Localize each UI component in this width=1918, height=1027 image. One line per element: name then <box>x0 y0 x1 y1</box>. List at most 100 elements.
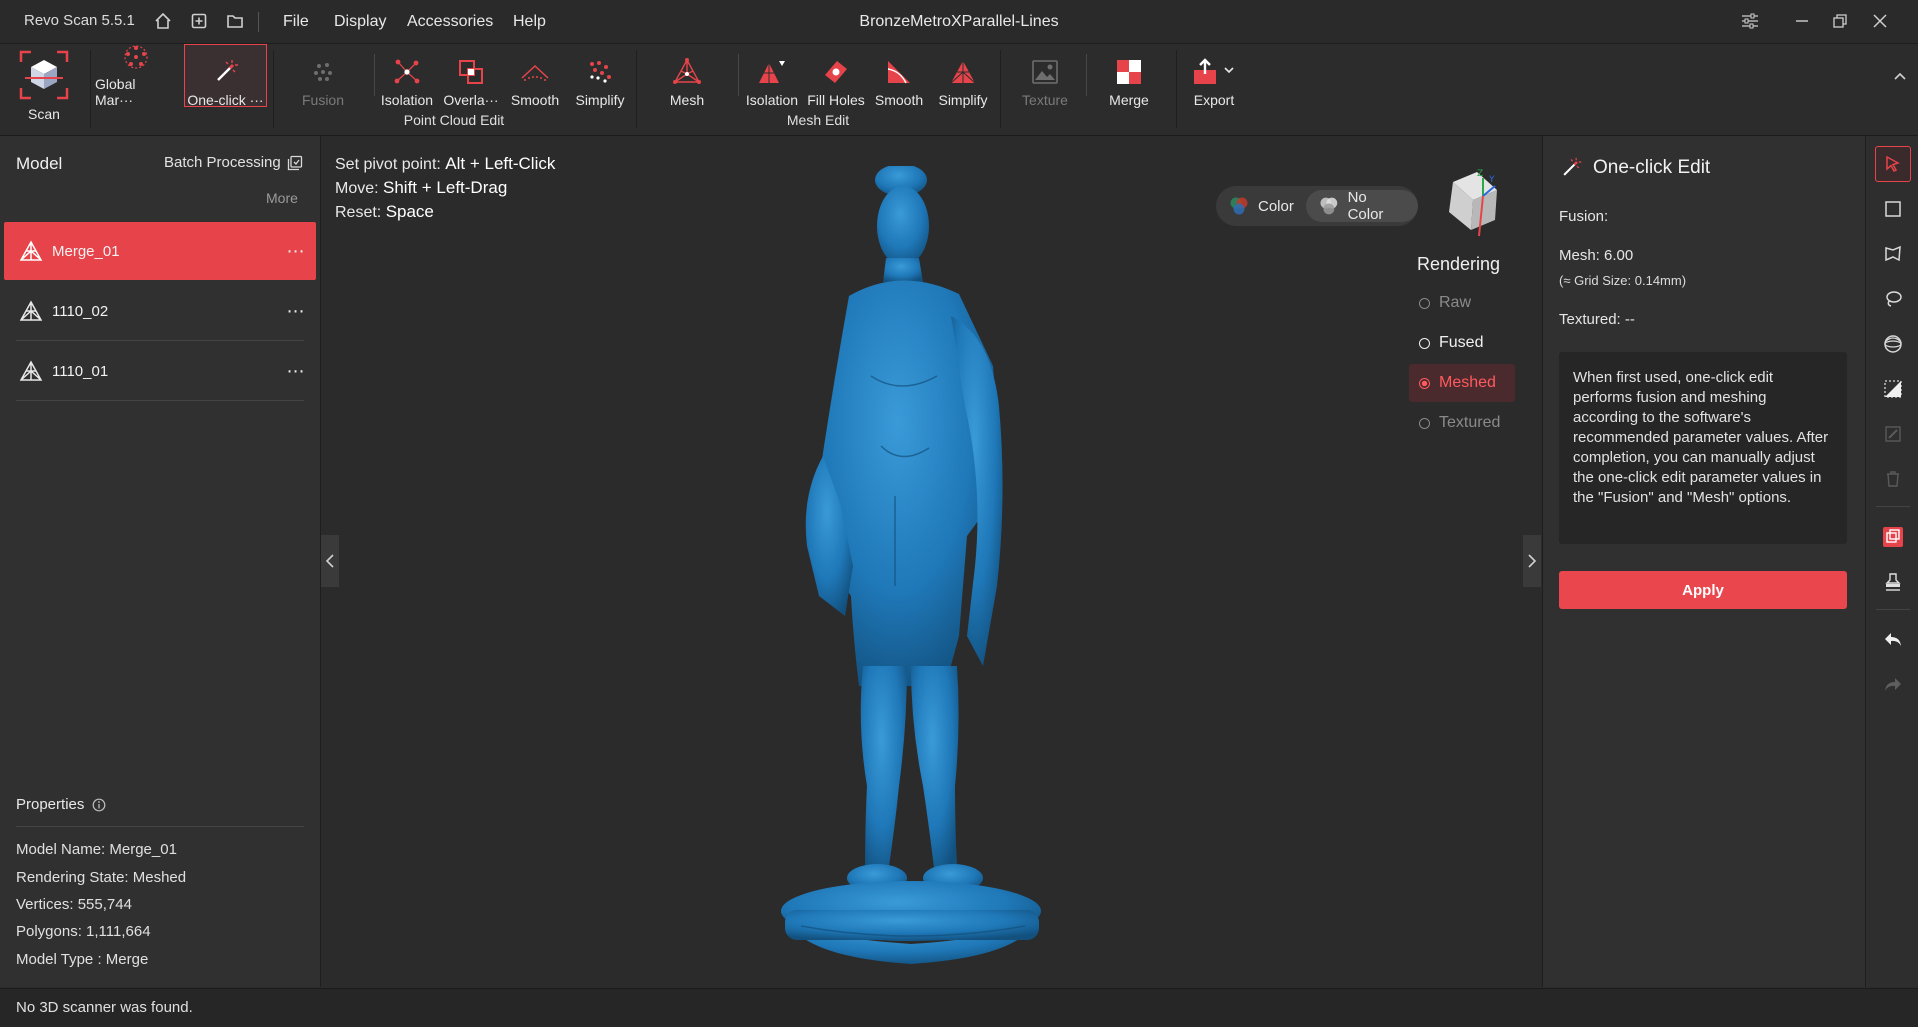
mesh-smooth-button[interactable]: Smooth <box>868 44 930 108</box>
scan-button[interactable]: Scan <box>10 48 78 132</box>
tool-separator <box>1876 609 1910 610</box>
erase-selection-button[interactable] <box>1875 416 1911 452</box>
collapse-right-panel[interactable] <box>1523 535 1541 587</box>
model-more-icon[interactable]: ⋯ <box>276 301 316 322</box>
erase-icon <box>1885 426 1901 442</box>
rectangle-select-button[interactable] <box>1875 191 1911 227</box>
more-link[interactable]: More <box>266 190 298 206</box>
3d-viewport[interactable]: Set pivot point: Alt + Left-Click Move: … <box>321 136 1541 987</box>
redo-icon <box>1885 678 1901 691</box>
prop-vertices: Vertices: 555,744 <box>16 896 132 913</box>
hint-move: Move: Shift + Left-Drag <box>335 178 508 197</box>
row-divider <box>16 340 304 341</box>
restore-icon[interactable] <box>1828 10 1852 32</box>
mesh-simplify-label: Simplify <box>938 92 988 108</box>
menu-help[interactable]: Help <box>513 13 546 31</box>
close-icon[interactable] <box>1868 10 1892 32</box>
chevron-left-icon <box>325 554 334 568</box>
mesh-isolation-button[interactable]: Isolation <box>740 44 804 108</box>
fusion-button[interactable]: Fusion <box>288 44 358 108</box>
rendering-fused[interactable]: Fused <box>1409 326 1515 360</box>
polygon-select-icon <box>1885 245 1901 262</box>
right-tool-strip <box>1865 136 1918 987</box>
model-row-1110-01[interactable]: 1110_01 ⋯ <box>4 342 316 400</box>
undo-button[interactable] <box>1875 622 1911 658</box>
radio-selected-icon <box>1419 377 1430 389</box>
model-panel-title: Model <box>16 154 63 173</box>
properties-header: Properties <box>16 796 106 813</box>
radio-icon <box>1419 417 1430 429</box>
export-button[interactable]: Export <box>1186 44 1242 108</box>
open-folder-icon[interactable] <box>224 10 246 32</box>
texture-button[interactable]: Texture <box>1014 44 1076 108</box>
mesh-simplify-button[interactable]: Simplify <box>930 44 996 108</box>
svg-text:Z: Z <box>1477 169 1483 179</box>
menu-accessories[interactable]: Accessories <box>407 13 493 31</box>
apply-button[interactable]: Apply <box>1559 571 1847 609</box>
overlap-button[interactable]: Overla··· <box>440 44 502 108</box>
export-icon <box>1190 56 1238 88</box>
mesh-isolation-label: Isolation <box>745 92 799 108</box>
rendering-textured[interactable]: Textured <box>1409 406 1515 440</box>
sphere-select-button[interactable] <box>1875 326 1911 362</box>
collapse-ribbon-icon[interactable] <box>1892 68 1908 84</box>
menu-display[interactable]: Display <box>334 13 386 31</box>
stamp-tool-button[interactable] <box>1875 564 1911 600</box>
settings-sliders-icon[interactable] <box>1738 10 1762 32</box>
pc-simplify-label: Simplify <box>575 92 625 108</box>
plane-cut-button[interactable] <box>1875 371 1911 407</box>
one-click-edit-button[interactable]: One-click ··· <box>184 44 267 108</box>
rendering-meshed[interactable]: Meshed <box>1409 364 1515 402</box>
texture-icon <box>1029 56 1061 88</box>
export-label: Export <box>1193 92 1235 108</box>
no-color-option[interactable]: No Color <box>1305 189 1418 223</box>
batch-processing-button[interactable]: Batch Processing <box>164 154 303 171</box>
pc-simplify-button[interactable]: Simplify <box>568 44 632 108</box>
model-panel: Model Batch Processing More Merge_01 ⋯ 1… <box>0 136 321 987</box>
textured-value: Textured: -- <box>1559 311 1635 328</box>
model-row-1110-02[interactable]: 1110_02 ⋯ <box>4 282 316 340</box>
panel-title: One-click Edit <box>1593 157 1711 178</box>
batch-icon <box>287 155 302 170</box>
overlap-label: Overla··· <box>443 92 499 108</box>
mesh-isolation-icon <box>756 56 788 88</box>
radio-icon <box>1419 297 1430 309</box>
view-orientation-cube-icon[interactable]: Z Y <box>1433 164 1513 244</box>
properties-title: Properties <box>16 796 85 813</box>
collapse-left-panel[interactable] <box>321 535 339 587</box>
properties-divider <box>16 826 304 827</box>
model-more-icon[interactable]: ⋯ <box>276 361 316 382</box>
stamp-icon <box>1885 573 1901 591</box>
info-icon[interactable] <box>92 798 106 812</box>
rendering-raw[interactable]: Raw <box>1409 286 1515 320</box>
fusion-icon <box>307 56 339 88</box>
home-icon[interactable] <box>152 10 174 32</box>
polygon-select-button[interactable] <box>1875 236 1911 272</box>
redo-button[interactable] <box>1875 667 1911 703</box>
mesh-button[interactable]: Mesh <box>656 44 718 108</box>
global-markers-label: Global Mar··· <box>95 76 136 108</box>
merge-button[interactable]: Merge <box>1098 44 1160 108</box>
scan-icon <box>19 50 69 100</box>
ribbon-toolbar: Scan Global Mar··· One-click ··· Fusion … <box>0 44 1918 136</box>
new-project-icon[interactable] <box>188 10 210 32</box>
select-tool-button[interactable] <box>1875 146 1911 182</box>
app-name: Revo Scan 5.5.1 <box>24 12 135 29</box>
minimize-icon[interactable] <box>1790 10 1814 32</box>
fill-holes-icon <box>820 56 852 88</box>
global-markers-button[interactable]: Global Mar··· <box>95 44 177 108</box>
fill-holes-button[interactable]: Fill Holes <box>804 44 868 108</box>
color-option[interactable]: Color <box>1216 190 1306 222</box>
model-more-icon[interactable]: ⋯ <box>276 241 316 262</box>
invert-selection-button[interactable] <box>1875 519 1911 555</box>
texture-label: Texture <box>1022 92 1068 108</box>
menu-file[interactable]: File <box>283 13 309 31</box>
lasso-select-button[interactable] <box>1875 281 1911 317</box>
one-click-label: One-click ··· <box>187 92 264 108</box>
model-row-merge-01[interactable]: Merge_01 ⋯ <box>4 222 316 280</box>
delete-button[interactable] <box>1875 461 1911 497</box>
pc-smooth-button[interactable]: Smooth <box>504 44 566 108</box>
batch-processing-label: Batch Processing <box>164 154 281 171</box>
pc-isolation-button[interactable]: Isolation <box>376 44 438 108</box>
scanned-statue-model[interactable] <box>761 166 1081 966</box>
